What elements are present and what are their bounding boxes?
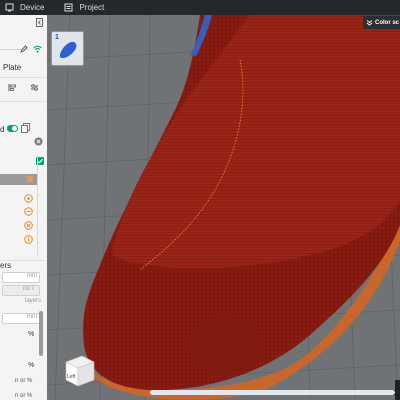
wall-generator-select[interactable]: nic l	[2, 285, 40, 296]
collapse-panel-icon[interactable]	[36, 17, 43, 27]
plate-thumbnail[interactable]: 1	[51, 31, 84, 66]
view-cube-left-label: Left	[67, 374, 76, 380]
settings-side-panel: Plate d ers mm nic l layers mm % % n or …	[0, 15, 48, 400]
selected-object-row[interactable]	[0, 174, 38, 185]
plate-type-row[interactable]: Plate	[0, 60, 47, 74]
3d-viewport[interactable]	[47, 15, 400, 400]
modifier-paint-icon[interactable]	[24, 221, 33, 230]
chevron-down-double-icon	[366, 20, 373, 26]
sparse-infill-percent-unit: %	[28, 362, 35, 369]
advanced-toggle[interactable]	[7, 125, 18, 132]
top-menu-bar: Device Project	[0, 0, 400, 15]
layer-slider-horizontal[interactable]	[150, 390, 400, 395]
bottom-layers-unit: mm	[27, 314, 37, 320]
wall-generator-value: nic l	[23, 286, 34, 292]
model-view-canvas	[47, 15, 400, 400]
infill-anchor-max-unit: n or %	[15, 393, 33, 399]
plate-model-preview-icon	[59, 41, 77, 59]
panel-scrollbar[interactable]	[39, 311, 43, 356]
infill-anchor-unit: n or %	[15, 378, 33, 384]
object-color-swatch	[27, 176, 33, 182]
modifier-support-icon[interactable]	[24, 194, 33, 203]
modifier-seam-icon[interactable]	[24, 207, 33, 216]
wifi-icon[interactable]	[33, 45, 42, 53]
device-icon	[5, 3, 14, 12]
plate-type-label: Plate	[3, 62, 22, 72]
align-icon[interactable]	[8, 83, 17, 92]
panel-collapse-row	[0, 16, 47, 28]
copy-icon[interactable]	[21, 123, 30, 133]
close-icon[interactable]	[34, 137, 43, 146]
modifier-height-icon[interactable]	[24, 235, 33, 244]
printer-row	[0, 43, 47, 55]
layer-slider-fill	[150, 390, 395, 395]
view-cube-icon	[65, 355, 95, 387]
advanced-label-fragment: d	[0, 124, 5, 134]
color-scheme-label: Color sc	[375, 19, 400, 26]
color-scheme-button[interactable]: Color sc	[363, 16, 400, 29]
section-header-layers: ers	[0, 261, 12, 270]
model-heel-bump	[187, 315, 263, 375]
tab-device-label: Device	[20, 3, 45, 12]
filament-actions-row	[0, 81, 47, 93]
sliders-icon[interactable]	[30, 83, 39, 92]
project-icon	[64, 3, 73, 12]
layer-height-unit: mm	[27, 273, 37, 279]
tab-device[interactable]: Device	[5, 3, 44, 12]
tab-project-label: Project	[79, 3, 105, 12]
layer-slider-vertical[interactable]	[395, 380, 400, 400]
view-cube[interactable]: Left	[60, 352, 96, 388]
edit-icon[interactable]	[20, 45, 28, 53]
tab-project[interactable]: Project	[64, 3, 104, 12]
bottom-layers-input[interactable]: mm	[2, 313, 40, 324]
layers-unit-label: layers	[25, 298, 42, 304]
layer-height-input[interactable]: mm	[2, 272, 40, 283]
infill-percent-unit: %	[28, 331, 35, 338]
advanced-toggle-row: d	[0, 123, 47, 135]
